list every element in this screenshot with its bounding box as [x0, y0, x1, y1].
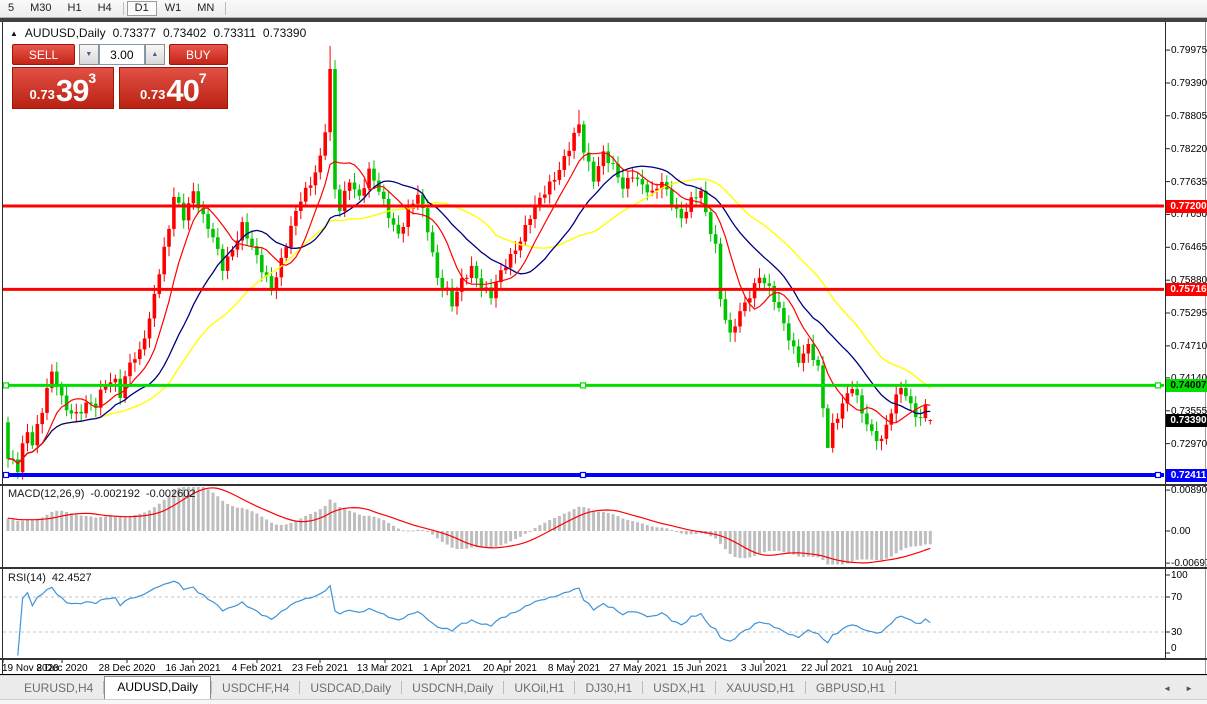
- price-tick-label: 0.75295: [1171, 308, 1207, 319]
- one-click-trading-panel: SELL ▼ 3.00 ▲ BUY 0.73 39 3 0.73 40 7: [12, 44, 228, 109]
- tab-gbpusd-h1[interactable]: GBPUSD,H1: [806, 678, 895, 699]
- date-tick-label: 8 Dec 2020: [36, 663, 87, 674]
- price-tick-label: 0.79390: [1171, 78, 1207, 89]
- buy-price-big: 40: [166, 75, 198, 106]
- rsi-value: 42.4527: [52, 572, 92, 584]
- date-tick-label: 23 Feb 2021: [292, 663, 348, 674]
- rsi-name: RSI(14): [8, 572, 46, 584]
- date-tick-label: 8 May 2021: [548, 663, 600, 674]
- macd-tick-label: -0.006977: [1171, 558, 1207, 569]
- tab-scroll-arrows: ◄►: [1163, 684, 1207, 699]
- tab-usdx-h1[interactable]: USDX,H1: [643, 678, 715, 699]
- symbol-tab-bar: EURUSD,H4AUDUSD,DailyUSDCHF,H4USDCAD,Dai…: [0, 676, 1207, 699]
- macd-value-main: -0.002192: [90, 488, 140, 500]
- macd-value-signal: -0.002602: [146, 488, 196, 500]
- buy-button[interactable]: BUY: [169, 44, 228, 65]
- rsi-label: RSI(14) 42.4527: [8, 572, 92, 584]
- price-level-box: 0.77200: [1166, 200, 1207, 213]
- bottom-strip: [0, 699, 1207, 704]
- buy-price-button[interactable]: 0.73 40 7: [119, 67, 228, 109]
- price-tick-label: 0.76465: [1171, 242, 1207, 253]
- volume-increase-button[interactable]: ▲: [145, 44, 165, 65]
- date-tick-label: 20 Apr 2021: [483, 663, 537, 674]
- price-level-box: 0.75716: [1166, 283, 1207, 296]
- tab-usdchf-h4[interactable]: USDCHF,H4: [212, 678, 299, 699]
- date-tick-label: 10 Aug 2021: [862, 663, 918, 674]
- macd-name: MACD(12,26,9): [8, 488, 84, 500]
- chart-title: ▲ AUDUSD,Daily 0.73377 0.73402 0.73311 0…: [10, 26, 306, 40]
- price-level-box: 0.72411: [1166, 469, 1207, 482]
- date-tick-label: 3 Jul 2021: [741, 663, 787, 674]
- date-tick-label: 22 Jul 2021: [801, 663, 853, 674]
- date-tick-label: 13 Mar 2021: [357, 663, 413, 674]
- date-tick-label: 4 Feb 2021: [232, 663, 283, 674]
- macd-tick-label: 0.00: [1171, 526, 1190, 537]
- date-tick-label: 28 Dec 2020: [99, 663, 156, 674]
- pane-separator-rsi-dates: [0, 658, 1207, 660]
- tab-usdcad-daily[interactable]: USDCAD,Daily: [300, 678, 401, 699]
- rsi-tick-label: 30: [1171, 627, 1182, 638]
- sell-price-sup: 3: [88, 70, 96, 86]
- tab-separator: [895, 681, 896, 694]
- buy-price-prefix: 0.73: [140, 87, 165, 102]
- buy-price-sup: 7: [199, 70, 207, 86]
- tab-ukoil-h1[interactable]: UKOil,H1: [504, 678, 574, 699]
- ohlc-high: 0.73402: [163, 26, 206, 40]
- macd-label: MACD(12,26,9) -0.002192 -0.002602: [8, 488, 196, 500]
- price-tick-label: 0.77635: [1171, 177, 1207, 188]
- rsi-tick-label: 0: [1171, 643, 1177, 654]
- chart-symbol-label: AUDUSD,Daily: [25, 26, 106, 40]
- volume-decrease-button[interactable]: ▼: [79, 44, 99, 65]
- ohlc-close: 0.73390: [263, 26, 306, 40]
- price-tick-label: 0.74710: [1171, 341, 1207, 352]
- date-tick-label: 15 Jun 2021: [672, 663, 727, 674]
- price-level-box: 0.73390: [1166, 414, 1207, 427]
- tab-dj30-h1[interactable]: DJ30,H1: [575, 678, 642, 699]
- price-tick-label: 0.78805: [1171, 111, 1207, 122]
- ohlc-open: 0.73377: [113, 26, 156, 40]
- window-bottom-border: [0, 674, 1207, 675]
- tab-scroll-left-icon[interactable]: ◄: [1163, 684, 1171, 693]
- tab-usdcnh-daily[interactable]: USDCNH,Daily: [402, 678, 503, 699]
- one-click-collapse-icon[interactable]: ▲: [10, 29, 18, 38]
- price-tick-label: 0.72970: [1171, 439, 1207, 450]
- tab-eurusd-h4[interactable]: EURUSD,H4: [14, 678, 103, 699]
- volume-input[interactable]: 3.00: [99, 44, 145, 65]
- plot-left-border: [2, 22, 3, 675]
- sell-button[interactable]: SELL: [12, 44, 75, 65]
- sell-price-button[interactable]: 0.73 39 3: [12, 67, 114, 109]
- sell-price-prefix: 0.73: [30, 87, 55, 102]
- sell-price-big: 39: [56, 75, 88, 106]
- rsi-tick-label: 100: [1171, 570, 1188, 581]
- date-tick-label: 27 May 2021: [609, 663, 667, 674]
- spin-up-icon: ▲: [151, 51, 158, 58]
- spin-down-icon: ▼: [85, 51, 92, 58]
- date-tick-label: 1 Apr 2021: [423, 663, 471, 674]
- rsi-tick-label: 70: [1171, 592, 1182, 603]
- price-tick-label: 0.79975: [1171, 45, 1207, 56]
- date-tick-label: 16 Jan 2021: [165, 663, 220, 674]
- tab-scroll-right-icon[interactable]: ►: [1185, 684, 1193, 693]
- pane-separator-main-macd[interactable]: [0, 484, 1207, 486]
- pane-separator-macd-rsi[interactable]: [0, 567, 1207, 569]
- tab-xauusd-h1[interactable]: XAUUSD,H1: [716, 678, 805, 699]
- price-level-box: 0.74007: [1166, 379, 1207, 392]
- price-tick-label: 0.78220: [1171, 144, 1207, 155]
- macd-tick-label: 0.008903: [1171, 485, 1207, 496]
- price-axis-border: [1165, 22, 1166, 660]
- tab-audusd-daily[interactable]: AUDUSD,Daily: [104, 676, 211, 699]
- ohlc-low: 0.73311: [213, 26, 256, 40]
